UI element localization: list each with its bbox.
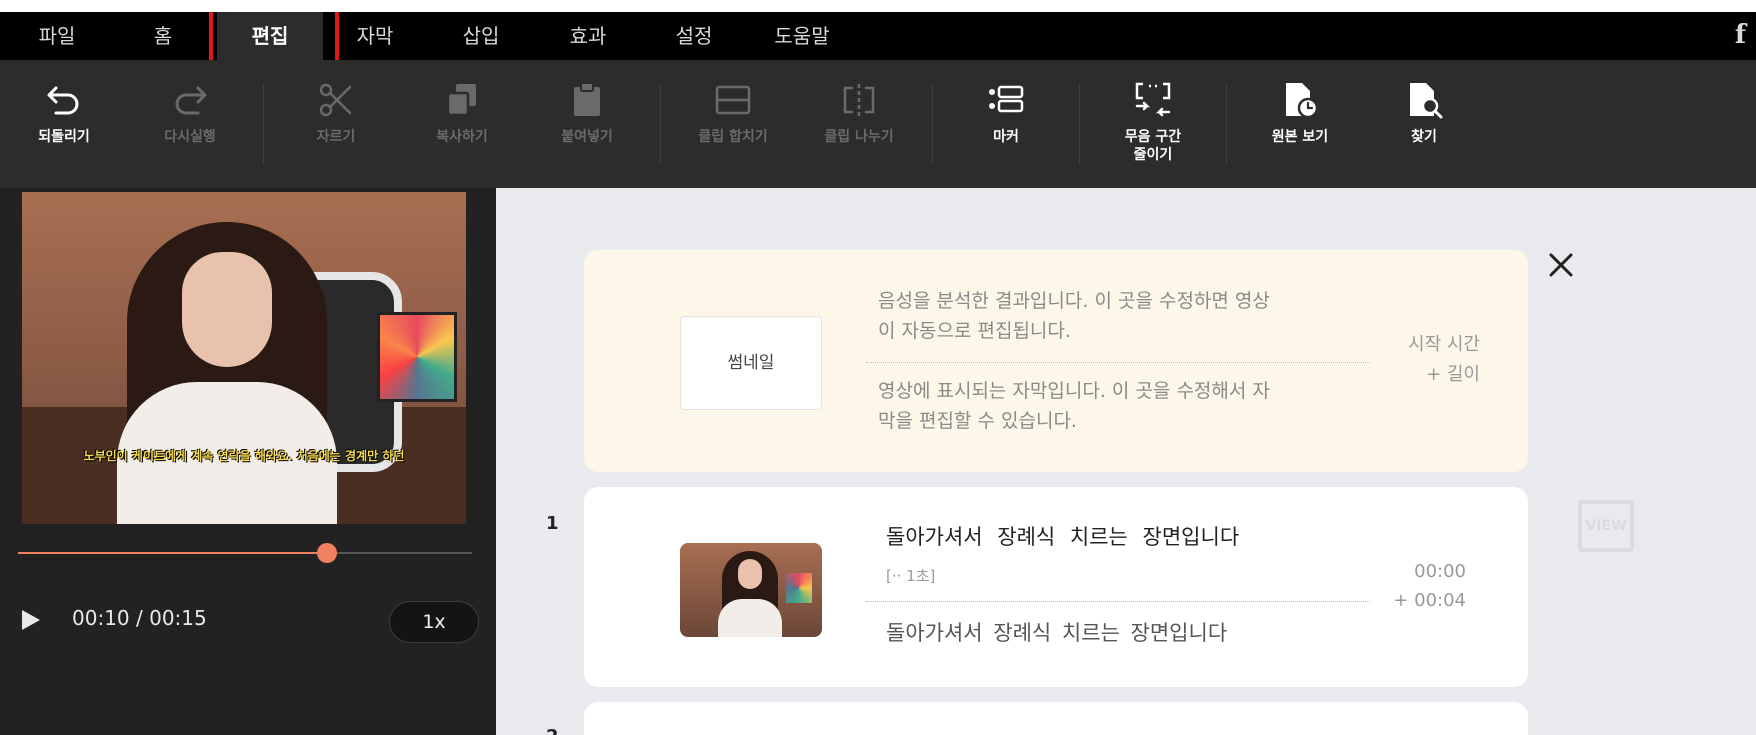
toolbar-divider (932, 84, 933, 164)
analysis-help-line-1: 음성을 분석한 결과입니다. 이 곳을 수정하면 영상 (878, 290, 1270, 312)
copy-button[interactable]: 복사하기 (402, 80, 522, 146)
subtitle-help-text: 영상에 표시되는 자막입니다. 이 곳을 수정해서 자 막을 편집할 수 있습니… (878, 376, 1368, 436)
segment-subtitle[interactable]: 돌아가셔서 장례식 치르는 장면입니다 (886, 617, 1227, 647)
marker-label: 마커 (993, 129, 1019, 145)
toolbar-divider (1226, 84, 1227, 164)
find-button[interactable]: 찾기 (1364, 80, 1484, 146)
menu-subtitle[interactable]: 자막 (336, 12, 414, 60)
analysis-help-line-2: 이 자동으로 편집됩니다. (878, 320, 1071, 342)
transcript-panel: 썸네일 음성을 분석한 결과입니다. 이 곳을 수정하면 영상 이 자동으로 편… (496, 188, 1756, 735)
reduce-silence-label: 무음 구간 (1124, 129, 1182, 145)
menu-file[interactable]: 파일 (18, 12, 96, 60)
scissors-icon (319, 83, 352, 117)
toolbar-divider (263, 84, 264, 164)
document-clock-icon (1286, 83, 1319, 119)
menu-help[interactable]: 도움말 (760, 12, 844, 60)
redo-icon (175, 86, 207, 115)
seek-bar-progress (18, 552, 327, 554)
segment-start-time: 00:00 (1414, 561, 1466, 582)
close-icon[interactable] (1544, 248, 1578, 282)
menu-home[interactable]: 홈 (124, 12, 202, 60)
view-badge-icon: VIEW (1578, 500, 1634, 552)
merge-clip-icon (715, 85, 751, 115)
menu-edit[interactable]: 편집 (217, 12, 323, 60)
toolbar-divider (660, 84, 661, 164)
segment-number: 1 (546, 513, 559, 534)
divider (866, 362, 1370, 363)
guide-card: 썸네일 음성을 분석한 결과입니다. 이 곳을 수정하면 영상 이 자동으로 편… (584, 250, 1528, 472)
undo-button[interactable]: 되돌리기 (4, 80, 124, 146)
cut-label: 자르기 (316, 129, 356, 145)
copy-label: 복사하기 (436, 129, 488, 145)
menu-effect[interactable]: 효과 (549, 12, 627, 60)
reduce-silence-label-2: 줄이기 (1133, 147, 1173, 163)
play-icon[interactable] (20, 608, 42, 632)
view-original-label: 원본 보기 (1271, 129, 1329, 145)
find-label: 찾기 (1411, 129, 1437, 145)
menu-insert[interactable]: 삽입 (442, 12, 520, 60)
divider (866, 601, 1370, 602)
undo-label: 되돌리기 (38, 129, 90, 145)
video-player-panel: 노부인이 케이트에게 계속 연락을 해와요. 처음에는 경계만 하던 00:10… (0, 188, 496, 735)
redo-label: 다시실행 (164, 129, 216, 145)
app-window: 파일 홈 편집 자막 삽입 효과 설정 도움말 f 되돌리기 다시실행 자르기 … (0, 12, 1756, 735)
split-clip-label: 클립 나누기 (824, 129, 894, 145)
seek-bar[interactable] (18, 543, 472, 563)
segment-length: + 00:04 (1393, 590, 1466, 611)
subtitle-help-line-1: 영상에 표시되는 자막입니다. 이 곳을 수정해서 자 (878, 380, 1270, 402)
seek-handle[interactable] (316, 543, 337, 563)
document-search-icon (1410, 83, 1443, 119)
segment-number: 2 (546, 726, 559, 735)
paste-label: 붙여넣기 (561, 129, 613, 145)
reduce-silence-icon (1135, 82, 1171, 117)
start-time-label: 시작 시간 (1408, 334, 1480, 355)
time-display: 00:10 / 00:15 (72, 606, 207, 630)
merge-clip-label: 클립 합치기 (698, 129, 768, 145)
menu-settings[interactable]: 설정 (655, 12, 733, 60)
playback-speed-button[interactable]: 1x (389, 601, 479, 643)
menu-bar: 파일 홈 편집 자막 삽입 효과 설정 도움말 f (0, 12, 1756, 60)
thumbnail-scene-body (718, 599, 782, 637)
reduce-silence-button[interactable]: 무음 구간 줄이기 (1093, 80, 1213, 164)
paste-button[interactable]: 붙여넣기 (527, 80, 647, 146)
redo-button[interactable]: 다시실행 (130, 80, 250, 146)
merge-clip-button[interactable]: 클립 합치기 (673, 80, 793, 146)
duration-label: + 길이 (1426, 364, 1480, 385)
cut-button[interactable]: 자르기 (276, 80, 396, 146)
marker-list-icon (989, 85, 1024, 113)
thumbnail-placeholder: 썸네일 (680, 316, 822, 410)
view-original-button[interactable]: 원본 보기 (1240, 80, 1360, 146)
edit-toolbar: 되돌리기 다시실행 자르기 복사하기 붙여넣기 클립 합치기 클립 나누기 마커… (0, 60, 1756, 188)
thumbnail-scene-face (738, 559, 762, 589)
thumbnail-scene-artwork (786, 573, 812, 603)
segment-card[interactable] (584, 702, 1528, 735)
segment-pause-marker: [·· 1초] (886, 567, 936, 585)
video-preview[interactable]: 노부인이 케이트에게 계속 연락을 해와요. 처음에는 경계만 하던 (22, 192, 466, 524)
marker-button[interactable]: 마커 (946, 80, 1066, 146)
video-scene-artwork (377, 312, 457, 402)
undo-icon (47, 86, 79, 115)
split-clip-button[interactable]: 클립 나누기 (799, 80, 919, 146)
clipboard-icon (574, 82, 600, 116)
video-scene-face (182, 252, 272, 367)
video-caption: 노부인이 케이트에게 계속 연락을 해와요. 처음에는 경계만 하던 (83, 449, 405, 463)
segment-card[interactable]: 돌아가셔서 장례식 치르는 장면입니다 [·· 1초] 돌아가셔서 장례식 치르… (584, 487, 1528, 687)
split-clip-icon (843, 84, 875, 116)
facebook-icon[interactable]: f (1735, 20, 1746, 50)
copy-icon (446, 84, 476, 117)
analysis-help-text: 음성을 분석한 결과입니다. 이 곳을 수정하면 영상 이 자동으로 편집됩니다… (878, 286, 1368, 346)
toolbar-divider (1079, 84, 1080, 164)
subtitle-help-line-2: 막을 편집할 수 있습니다. (878, 410, 1077, 432)
segment-transcript[interactable]: 돌아가셔서 장례식 치르는 장면입니다 (886, 521, 1239, 551)
segment-thumbnail[interactable] (680, 543, 822, 637)
